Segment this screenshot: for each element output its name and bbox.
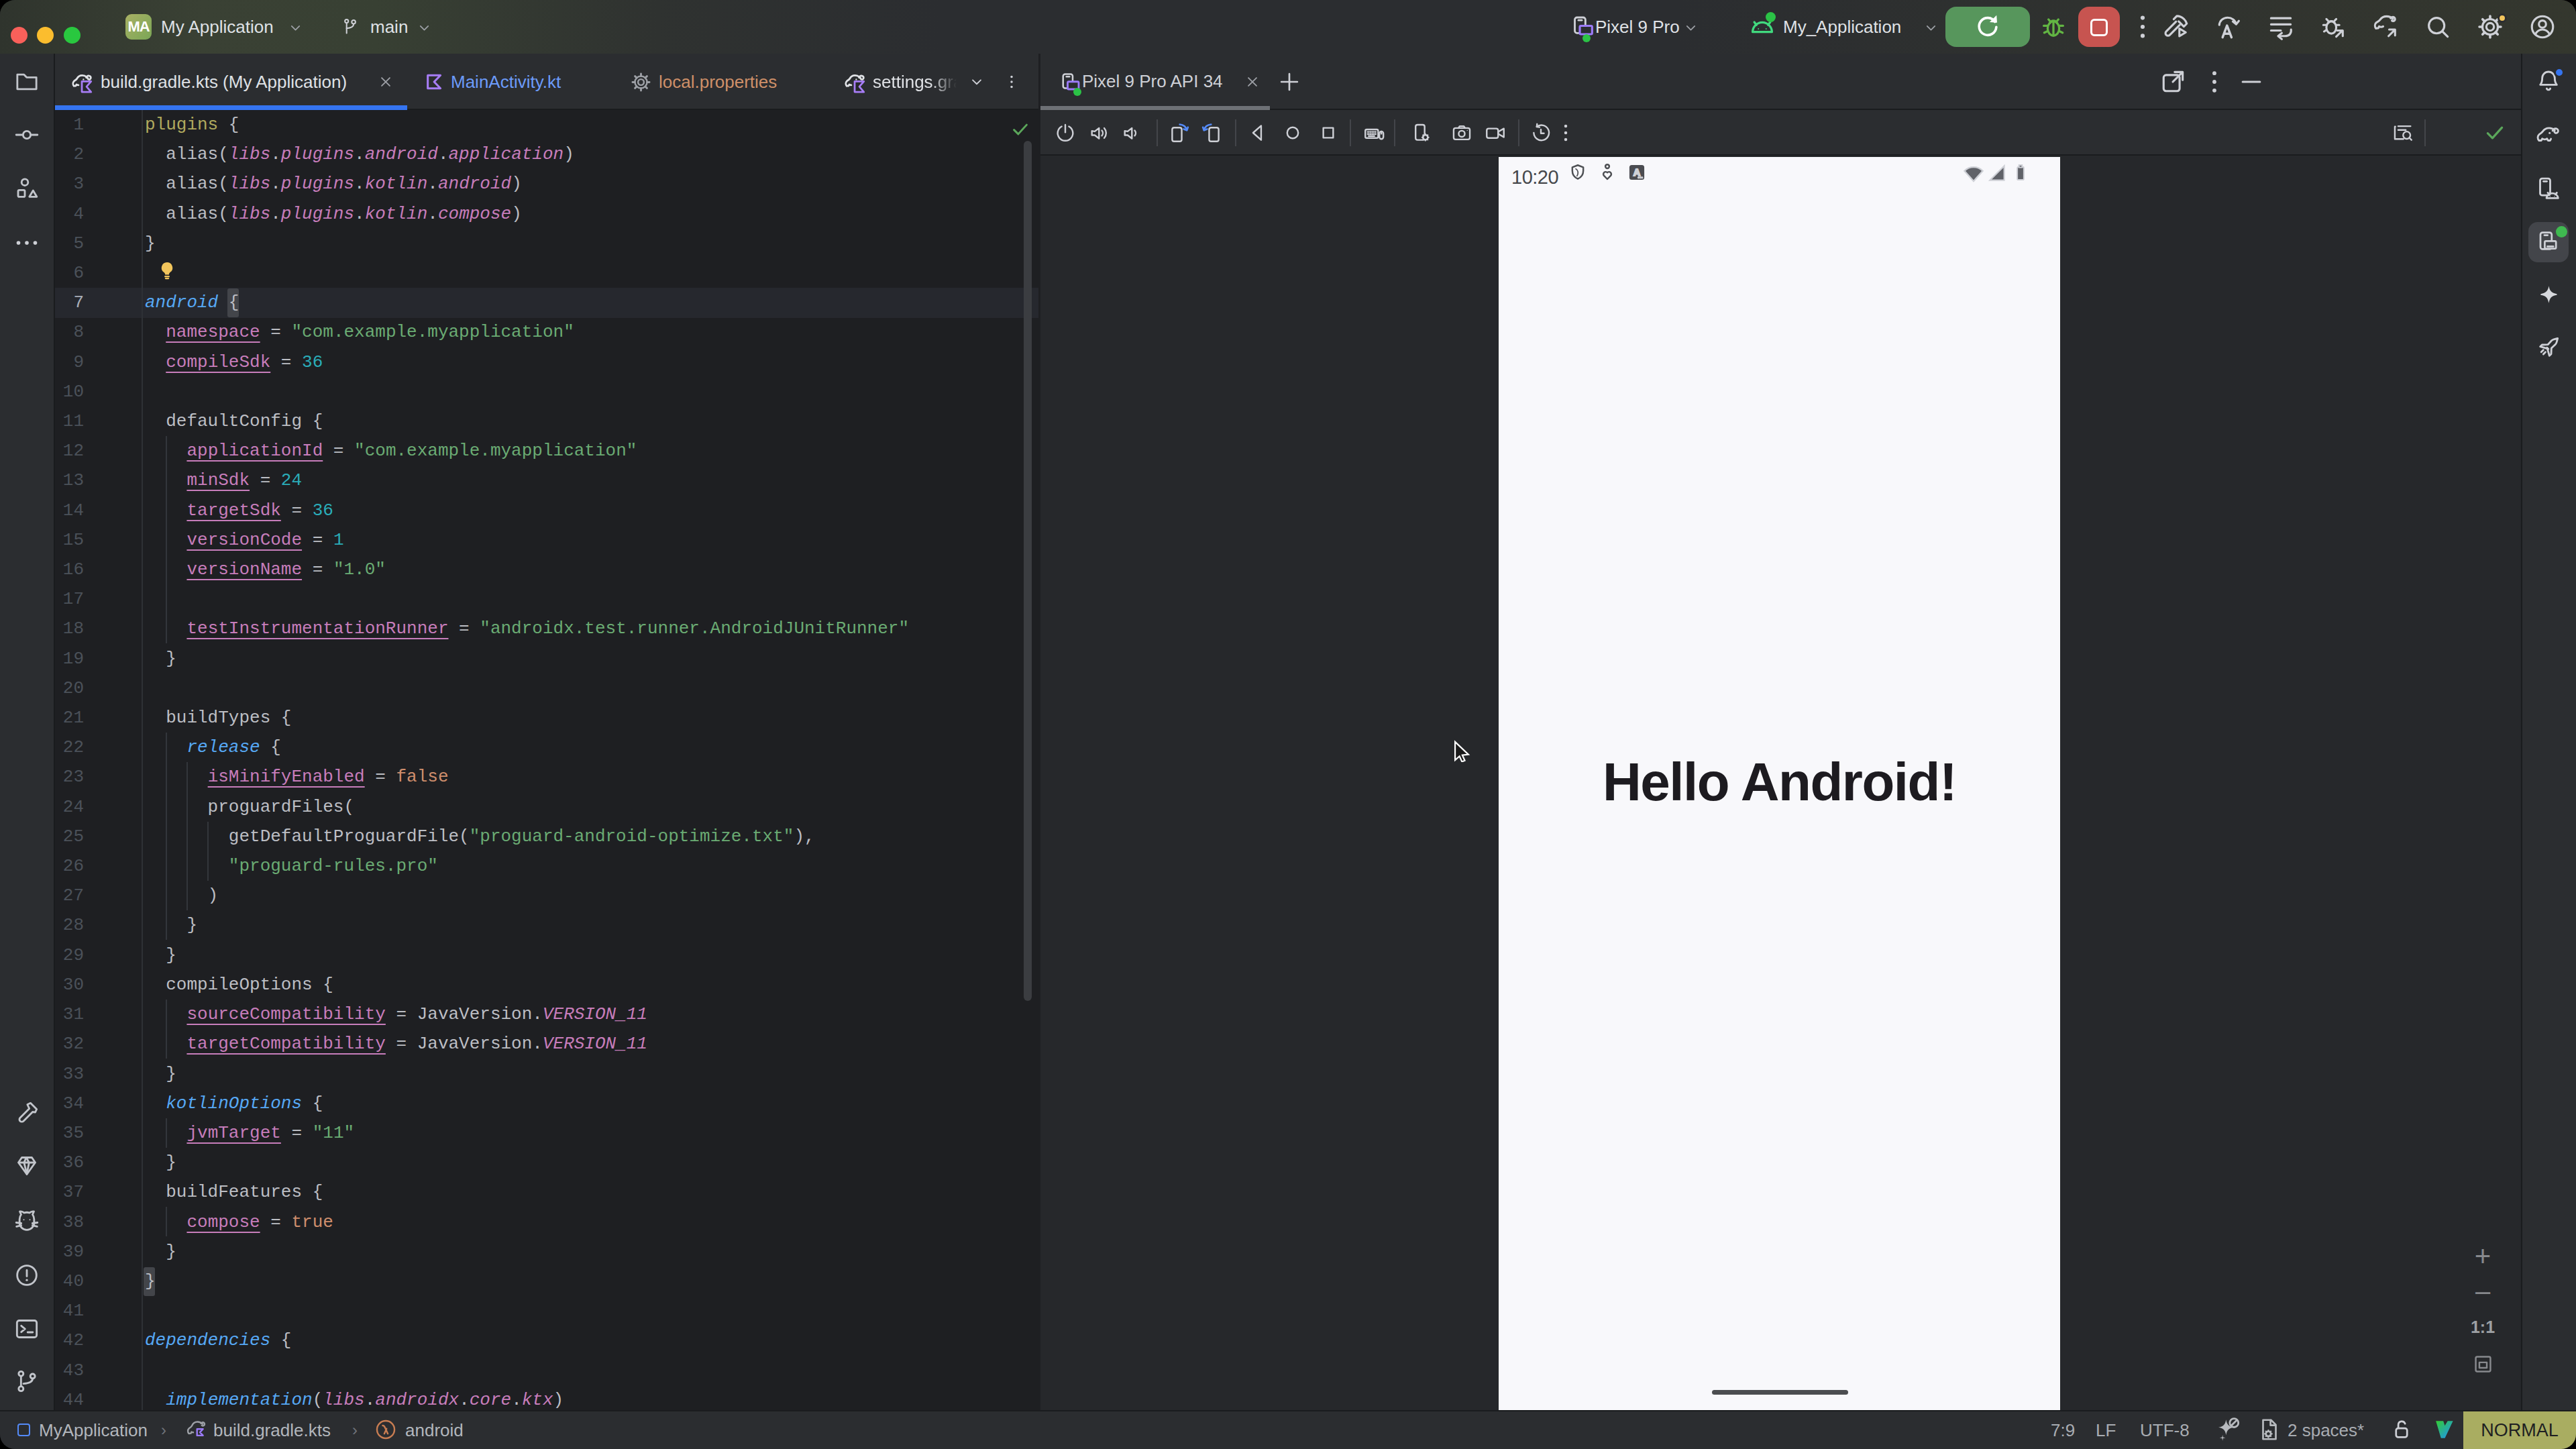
svg-text:A: A <box>1633 167 1641 178</box>
